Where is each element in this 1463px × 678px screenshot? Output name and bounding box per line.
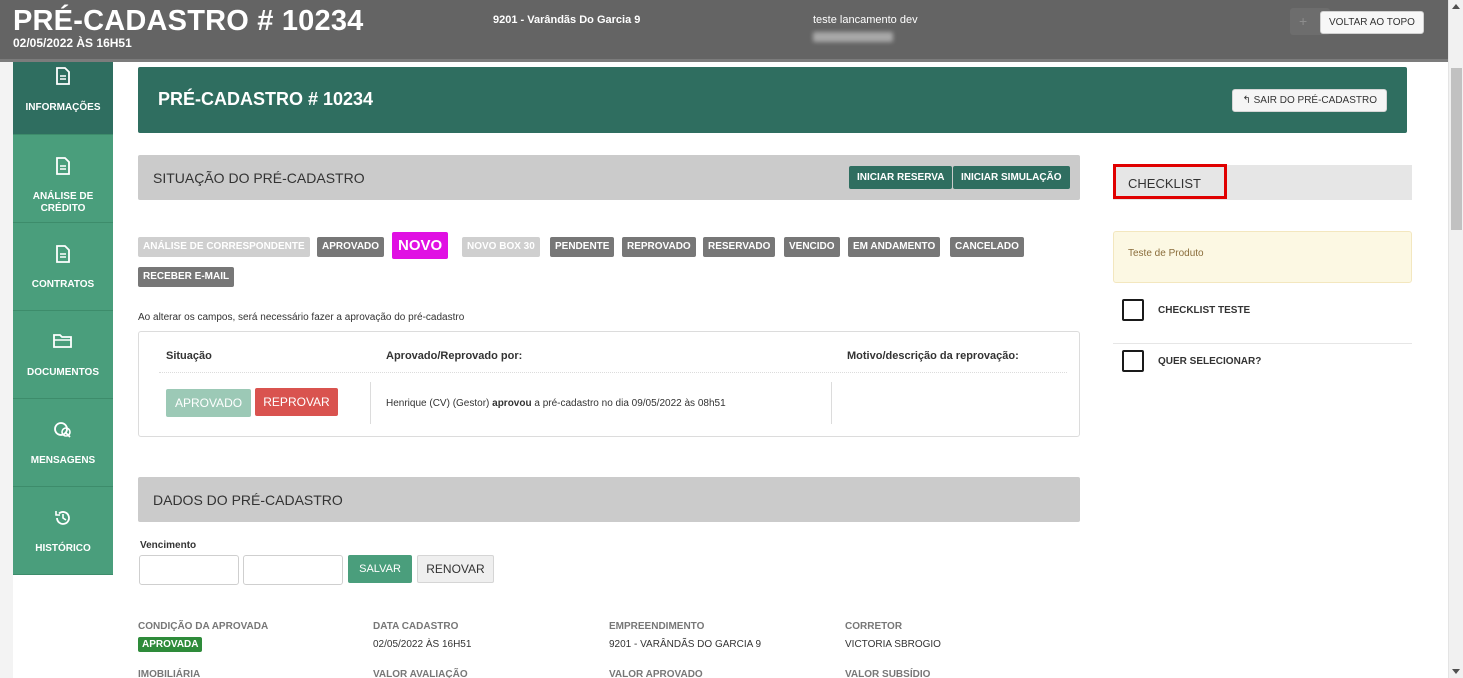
divider (159, 372, 1067, 373)
field-label: IMOBILIÁRIA (138, 669, 201, 678)
vencimento-time-input[interactable] (243, 555, 343, 585)
sidebar-item-label: HISTÓRICO (35, 543, 91, 554)
reprovar-button[interactable]: REPROVAR (255, 388, 338, 416)
status-badge: APROVADA (138, 637, 203, 652)
field-label: VALOR AVALIAÇÃO (373, 669, 468, 678)
field-value: 9201 - VARÂNDÃS DO GARCIA 9 (609, 639, 762, 650)
history-icon (13, 509, 113, 527)
scroll-thumb[interactable] (1451, 68, 1462, 230)
sidebar-item-informacoes[interactable]: INFORMAÇÕES (13, 59, 113, 135)
col-situacao: Situação (166, 350, 212, 362)
exit-precadastro-button[interactable]: ↰ SAIR DO PRÉ-CADASTRO (1232, 89, 1387, 112)
iniciar-reserva-button[interactable]: INICIAR RESERVA (849, 166, 953, 189)
document-icon (13, 157, 113, 175)
status-tag[interactable]: ANÁLISE DE CORRESPONDENTE (138, 237, 310, 257)
sidebar-item-analise-credito[interactable]: ANÁLISE DE CRÉDITO (13, 135, 113, 223)
scroll-down-arrow-icon[interactable] (1452, 669, 1460, 674)
checklist-item-label: CHECKLIST TESTE (1158, 305, 1251, 316)
field-label: CORRETOR (845, 621, 903, 632)
field-label: CONDIÇÃO DA APROVADA (138, 621, 269, 632)
col-motivo: Motivo/descrição da reprovação: (847, 350, 1019, 362)
status-tag[interactable]: APROVADO (317, 237, 385, 257)
status-tag[interactable]: VENCIDO (784, 237, 840, 257)
header-title: PRÉ-CADASTRO # 10234 (13, 5, 364, 37)
checklist-note: Teste de Produto (1113, 231, 1412, 283)
document-icon (13, 245, 113, 263)
approver-name: Henrique (CV) (Gestor) (386, 398, 490, 409)
sidebar-item-label: MENSAGENS (30, 455, 96, 466)
status-tag[interactable]: RESERVADO (703, 237, 776, 257)
sidebar-item-documentos[interactable]: DOCUMENTOS (13, 311, 113, 399)
status-tag[interactable]: PENDENTE (550, 237, 615, 257)
vencimento-date-input[interactable] (139, 555, 239, 585)
page-title: PRÉ-CADASTRO # 10234 (158, 89, 374, 109)
field-label: DATA CADASTRO (373, 621, 459, 632)
left-gutter (0, 0, 13, 678)
salvar-button[interactable]: SALVAR (348, 555, 412, 583)
sidebar-item-label: DOCUMENTOS (26, 367, 100, 378)
status-tag[interactable]: CANCELADO (950, 237, 1024, 257)
field-label: VALOR APROVADO (609, 669, 703, 678)
vencimento-label: Vencimento (140, 540, 197, 551)
page-content: INFORMAÇÕES ANÁLISE DE CRÉDITO CONTRATOS… (0, 0, 1448, 678)
renovar-button[interactable]: RENOVAR (417, 555, 494, 583)
approval-action: aprovou (492, 398, 532, 409)
sidebar-item-label: CONTRATOS (31, 279, 95, 290)
header-date: 02/05/2022 ÀS 16H51 (13, 36, 132, 50)
col-aprovado-por: Aprovado/Reprovado por: (386, 350, 523, 362)
checklist-highlight-box (1113, 164, 1227, 199)
approval-detail: a pré-cadastro no dia 09/05/2022 às 08h5… (534, 398, 726, 409)
chat-icon (13, 421, 113, 439)
field-label: EMPREENDIMENTO (609, 621, 705, 632)
approval-table: Situação Aprovado/Reprovado por: Motivo/… (138, 331, 1080, 437)
divider (831, 382, 832, 424)
checklist-note-text: Teste de Produto (1128, 248, 1204, 259)
document-icon (13, 67, 113, 85)
sidebar-item-label: ANÁLISE DE CRÉDITO (32, 191, 94, 214)
page-title-bar: PRÉ-CADASTRO # 10234 ↰ SAIR DO PRÉ-CADAS… (138, 67, 1407, 133)
dados-section-header: DADOS DO PRÉ-CADASTRO (138, 477, 1080, 522)
blurred-info (813, 32, 893, 42)
sidebar-item-label: INFORMAÇÕES (25, 102, 101, 113)
checklist-item-label: QUER SELECIONAR? (1158, 356, 1262, 367)
status-tag[interactable]: RECEBER E-MAIL (138, 267, 235, 287)
iniciar-simulacao-button[interactable]: INICIAR SIMULAÇÃO (953, 166, 1070, 189)
status-tag[interactable]: NOVO BOX 30 (462, 237, 540, 257)
status-tag[interactable]: EM ANDAMENTO (848, 237, 941, 257)
field-label: VALOR SUBSÍDIO (845, 669, 931, 678)
sidebar-nav: INFORMAÇÕES ANÁLISE DE CRÉDITO CONTRATOS… (13, 59, 113, 575)
checkbox[interactable] (1122, 299, 1144, 321)
aprovado-button[interactable]: APROVADO (166, 389, 251, 417)
checklist-item[interactable]: QUER SELECIONAR? (1113, 336, 1412, 386)
approval-record: Henrique (CV) (Gestor) aprovou a pré-cad… (386, 398, 726, 409)
divider (370, 382, 371, 424)
dados-title: DADOS DO PRÉ-CADASTRO (153, 492, 343, 508)
back-to-top-button[interactable]: VOLTAR AO TOPO (1320, 11, 1424, 34)
sidebar-item-contratos[interactable]: CONTRATOS (13, 223, 113, 311)
status-tag[interactable]: REPROVADO (622, 237, 696, 257)
approval-note: Ao alterar os campos, será necessário fa… (138, 312, 465, 323)
situacao-title: SITUAÇÃO DO PRÉ-CADASTRO (153, 170, 365, 186)
header-user: teste lancamento dev (813, 14, 918, 26)
sidebar-item-mensagens[interactable]: MENSAGENS (13, 399, 113, 487)
checkbox[interactable] (1122, 350, 1144, 372)
situacao-section-header: SITUAÇÃO DO PRÉ-CADASTRO INICIAR RESERVA… (138, 155, 1080, 200)
reply-arrow-icon: ↰ (1242, 95, 1251, 106)
scroll-up-arrow-icon[interactable] (1452, 4, 1460, 9)
field-value: VICTORIA SBROGIO (845, 639, 941, 650)
field-value: 02/05/2022 ÀS 16H51 (373, 639, 472, 650)
status-tag-novo[interactable]: NOVO (392, 232, 449, 259)
folder-icon (13, 333, 113, 349)
checklist-item[interactable]: CHECKLIST TESTE (1113, 285, 1412, 335)
exit-label: SAIR DO PRÉ-CADASTRO (1253, 95, 1377, 106)
sticky-header: PRÉ-CADASTRO # 10234 02/05/2022 ÀS 16H51… (0, 0, 1448, 62)
header-project: 9201 - Varândãs Do Garcia 9 (493, 14, 641, 26)
sidebar-item-historico[interactable]: HISTÓRICO (13, 487, 113, 575)
vertical-scrollbar[interactable] (1448, 0, 1463, 678)
